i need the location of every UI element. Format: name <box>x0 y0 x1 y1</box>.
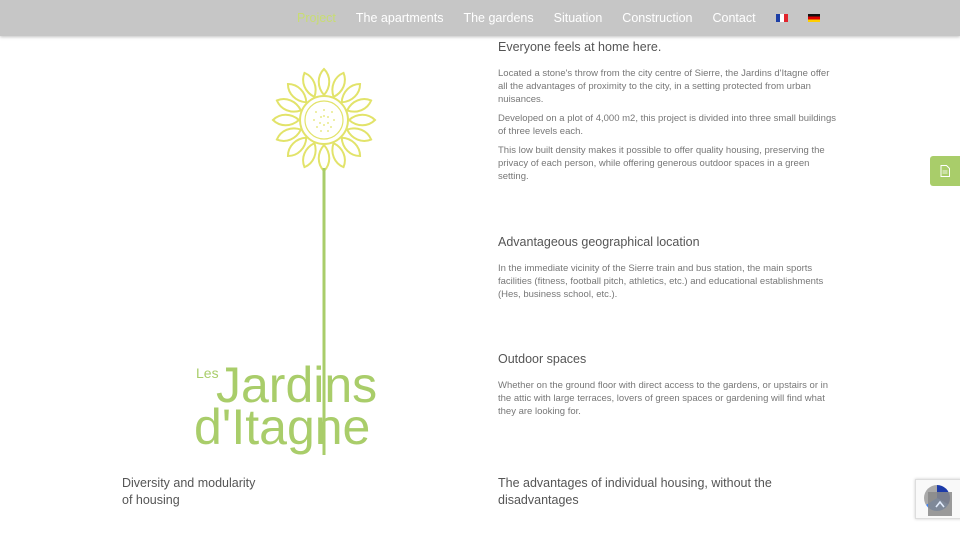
paragraph: Located a stone's throw from the city ce… <box>498 68 830 105</box>
section-location: Advantageous geographical location In th… <box>498 235 838 307</box>
french-flag-icon[interactable] <box>775 14 788 22</box>
document-icon <box>940 165 950 177</box>
section-title-advantages: The advantages of individual housing, wi… <box>498 475 772 509</box>
nav-apartments[interactable]: The apartments <box>356 11 444 25</box>
nav-gardens[interactable]: The gardens <box>463 11 533 25</box>
main-nav: Project The apartments The gardens Situa… <box>297 0 820 36</box>
section-title: Advantageous geographical location <box>498 235 700 249</box>
side-document-tab[interactable] <box>930 156 960 186</box>
section-title: Outdoor spaces <box>498 352 587 366</box>
language-switcher <box>775 14 820 22</box>
section-outdoor: Outdoor spaces Whether on the ground flo… <box>498 352 838 424</box>
title-line: Diversity and modularity <box>122 476 256 490</box>
title-line: of housing <box>122 493 180 507</box>
paragraph: Developed on a plot of 4,000 m2, this pr… <box>498 113 836 137</box>
section-home: Everyone feels at home here. Located a s… <box>498 40 838 189</box>
logo-line2: d'Itagne <box>194 399 370 455</box>
title-line: The advantages of individual housing, wi… <box>498 476 772 490</box>
paragraph: This low built density makes it possible… <box>498 145 825 182</box>
arrow-up-icon <box>935 500 945 508</box>
back-to-top-button[interactable] <box>928 492 952 516</box>
paragraph: Whether on the ground floor with direct … <box>498 380 829 417</box>
nav-situation[interactable]: Situation <box>554 11 603 25</box>
nav-project[interactable]: Project <box>297 11 336 25</box>
title-line: disadvantages <box>498 493 579 507</box>
section-title: Everyone feels at home here. <box>498 40 662 54</box>
sunflower-icon: Les Jardins d'Itagne <box>194 67 377 455</box>
section-title-diversity: Diversity and modularity of housing <box>122 475 255 509</box>
nav-construction[interactable]: Construction <box>622 11 692 25</box>
nav-contact[interactable]: Contact <box>712 11 755 25</box>
german-flag-icon[interactable] <box>807 14 820 22</box>
jardins-itagne-logo: Les Jardins d'Itagne <box>180 60 420 470</box>
paragraph: In the immediate vicinity of the Sierre … <box>498 263 824 300</box>
top-navigation-bar: Project The apartments The gardens Situa… <box>0 0 960 36</box>
